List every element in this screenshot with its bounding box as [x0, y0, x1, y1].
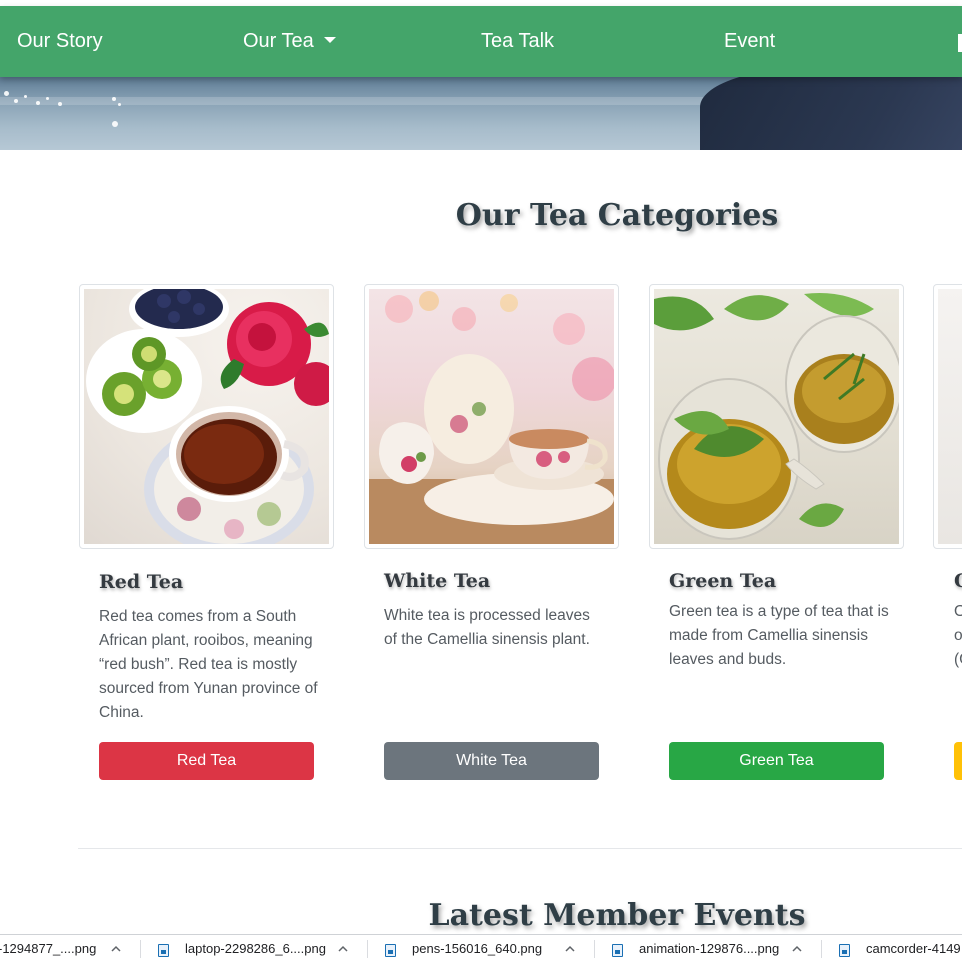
white-tea-title: White Tea	[384, 570, 491, 592]
white-tea-card	[364, 284, 619, 549]
download-item[interactable]: -1294877_....png	[0, 935, 138, 962]
main-navbar: Our Story Our Tea Tea Talk Event	[0, 6, 962, 77]
section-divider	[78, 848, 962, 849]
image-file-icon	[839, 944, 850, 957]
white-tea-button[interactable]: White Tea	[384, 742, 599, 780]
red-tea-title: Red Tea	[99, 571, 184, 593]
red-tea-description: Red tea comes from a South African plant…	[99, 608, 318, 721]
fourth-tea-description-line: o	[954, 627, 962, 644]
download-filename: laptop-2298286_6....png	[185, 941, 326, 956]
browser-download-bar: -1294877_....png laptop-2298286_6....png…	[0, 934, 962, 962]
image-file-icon	[385, 944, 396, 957]
nav-our-story[interactable]: Our Story	[17, 6, 103, 77]
fourth-tea-description-line: O	[954, 603, 962, 620]
image-file-icon	[612, 944, 623, 957]
chevron-up-icon[interactable]	[337, 943, 349, 955]
red-tea-image	[84, 289, 329, 544]
chevron-up-icon[interactable]	[564, 943, 576, 955]
green-tea-title: Green Tea	[669, 570, 777, 592]
hero-banner-image	[0, 77, 962, 150]
fourth-tea-image	[938, 289, 962, 544]
nav-tea-talk[interactable]: Tea Talk	[481, 6, 554, 77]
green-tea-image	[654, 289, 899, 544]
chevron-up-icon[interactable]	[110, 943, 122, 955]
green-tea-card	[649, 284, 904, 549]
download-item[interactable]: laptop-2298286_6....png	[148, 935, 366, 962]
caret-down-icon	[323, 36, 336, 43]
fourth-tea-description-line: (C	[954, 651, 962, 668]
download-item[interactable]: animation-129876....png	[602, 935, 820, 962]
download-item[interactable]: pens-156016_640.png	[375, 935, 593, 962]
fourth-tea-title: O	[954, 570, 962, 592]
download-item[interactable]: camcorder-4149	[829, 935, 962, 962]
chevron-up-icon[interactable]	[791, 943, 803, 955]
nav-event[interactable]: Event	[724, 6, 775, 77]
download-filename: pens-156016_640.png	[412, 941, 543, 956]
white-tea-description: White tea is processed leaves of the Cam…	[384, 607, 590, 648]
nav-our-tea-dropdown[interactable]: Our Tea	[243, 6, 336, 77]
green-tea-button[interactable]: Green Tea	[669, 742, 884, 780]
red-tea-button[interactable]: Red Tea	[99, 742, 314, 780]
green-tea-description: Green tea is a type of tea that is made …	[669, 603, 889, 668]
tea-categories-heading: Our Tea Categories	[455, 198, 779, 233]
nav-next-link-edge[interactable]	[958, 34, 962, 52]
download-filename: -1294877_....png	[0, 941, 97, 956]
download-filename: animation-129876....png	[639, 941, 780, 956]
image-file-icon	[158, 944, 169, 957]
fourth-tea-button[interactable]	[954, 742, 962, 780]
member-events-heading: Latest Member Events	[428, 898, 806, 933]
nav-our-tea-label: Our Tea	[243, 30, 314, 52]
red-tea-card	[79, 284, 334, 549]
white-tea-image	[369, 289, 614, 544]
fourth-tea-description: O o (C	[954, 600, 962, 672]
download-filename: camcorder-4149	[866, 941, 961, 956]
fourth-tea-card	[933, 284, 962, 549]
